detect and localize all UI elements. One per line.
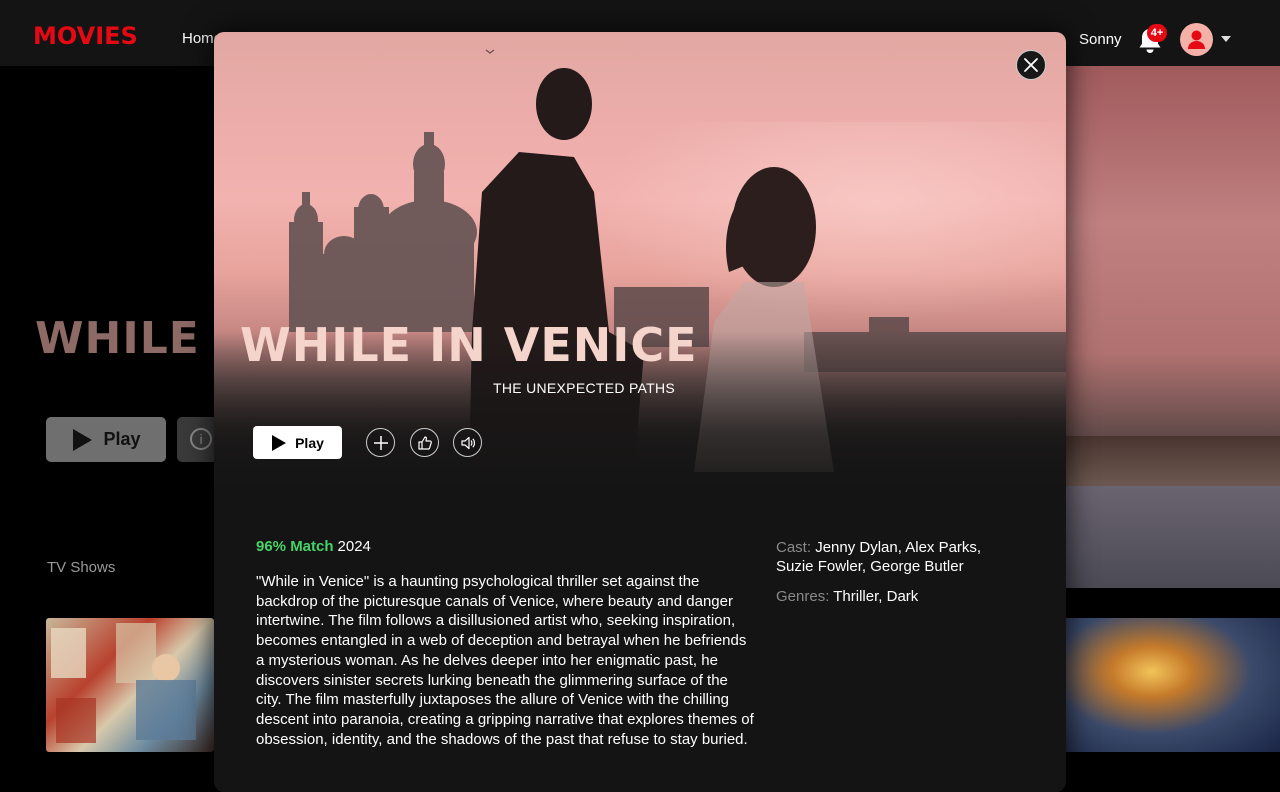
user-name[interactable]: Sonny [1079, 31, 1122, 48]
match-score: 96% Match [256, 538, 334, 555]
genres-label: Genres: [776, 588, 830, 605]
info-icon: i [190, 428, 212, 450]
close-icon [1024, 58, 1038, 72]
genres-list[interactable]: Thriller, Dark [833, 588, 918, 605]
genres-line: Genres: Thriller, Dark [776, 587, 1016, 606]
volume-icon [460, 436, 475, 449]
close-button[interactable] [1016, 50, 1046, 80]
play-icon [272, 434, 287, 451]
user-avatar[interactable] [1180, 23, 1213, 56]
background-hero-image [1066, 66, 1280, 588]
thumbs-up-icon [417, 435, 432, 450]
cast-label: Cast: [776, 539, 812, 556]
modal-title: WHILE IN VENICE [240, 318, 698, 372]
caret-down-icon[interactable] [1221, 36, 1231, 42]
tv-show-thumbnail-2[interactable] [1066, 618, 1280, 752]
app-logo[interactable]: MOVIES [33, 24, 138, 48]
modal-hero-image: WHILE IN VENICE THE UNEXPECTED PATHS Pla… [214, 32, 1066, 512]
play-button[interactable]: Play [253, 426, 342, 459]
tv-show-thumbnail[interactable] [46, 618, 214, 752]
title-detail-modal: WHILE IN VENICE THE UNEXPECTED PATHS Pla… [214, 32, 1066, 792]
thumbnail-artwork [51, 623, 196, 743]
title-details: Cast: Jenny Dylan, Alex Parks, Suzie Fow… [776, 538, 1016, 606]
background-play-button[interactable]: Play [46, 417, 166, 462]
volume-button[interactable] [453, 428, 482, 457]
title-meta: 96% Match 2024 [256, 538, 371, 555]
like-button[interactable] [410, 428, 439, 457]
notification-badge: 4+ [1147, 24, 1167, 42]
background-water [1066, 486, 1280, 588]
add-to-list-button[interactable] [366, 428, 395, 457]
cast-line: Cast: Jenny Dylan, Alex Parks, Suzie Fow… [776, 538, 1016, 576]
row-title-tv-shows: TV Shows [47, 559, 116, 576]
background-hero-title: WHILE [35, 313, 200, 364]
plus-icon [373, 435, 388, 450]
user-icon [1188, 30, 1205, 49]
background-play-label: Play [103, 429, 141, 449]
title-description: "While in Venice" is a haunting psycholo… [256, 573, 754, 748]
release-year: 2024 [337, 538, 371, 555]
play-button-label: Play [295, 434, 324, 451]
modal-subtitle: THE UNEXPECTED PATHS [493, 380, 676, 396]
play-icon [73, 428, 93, 451]
